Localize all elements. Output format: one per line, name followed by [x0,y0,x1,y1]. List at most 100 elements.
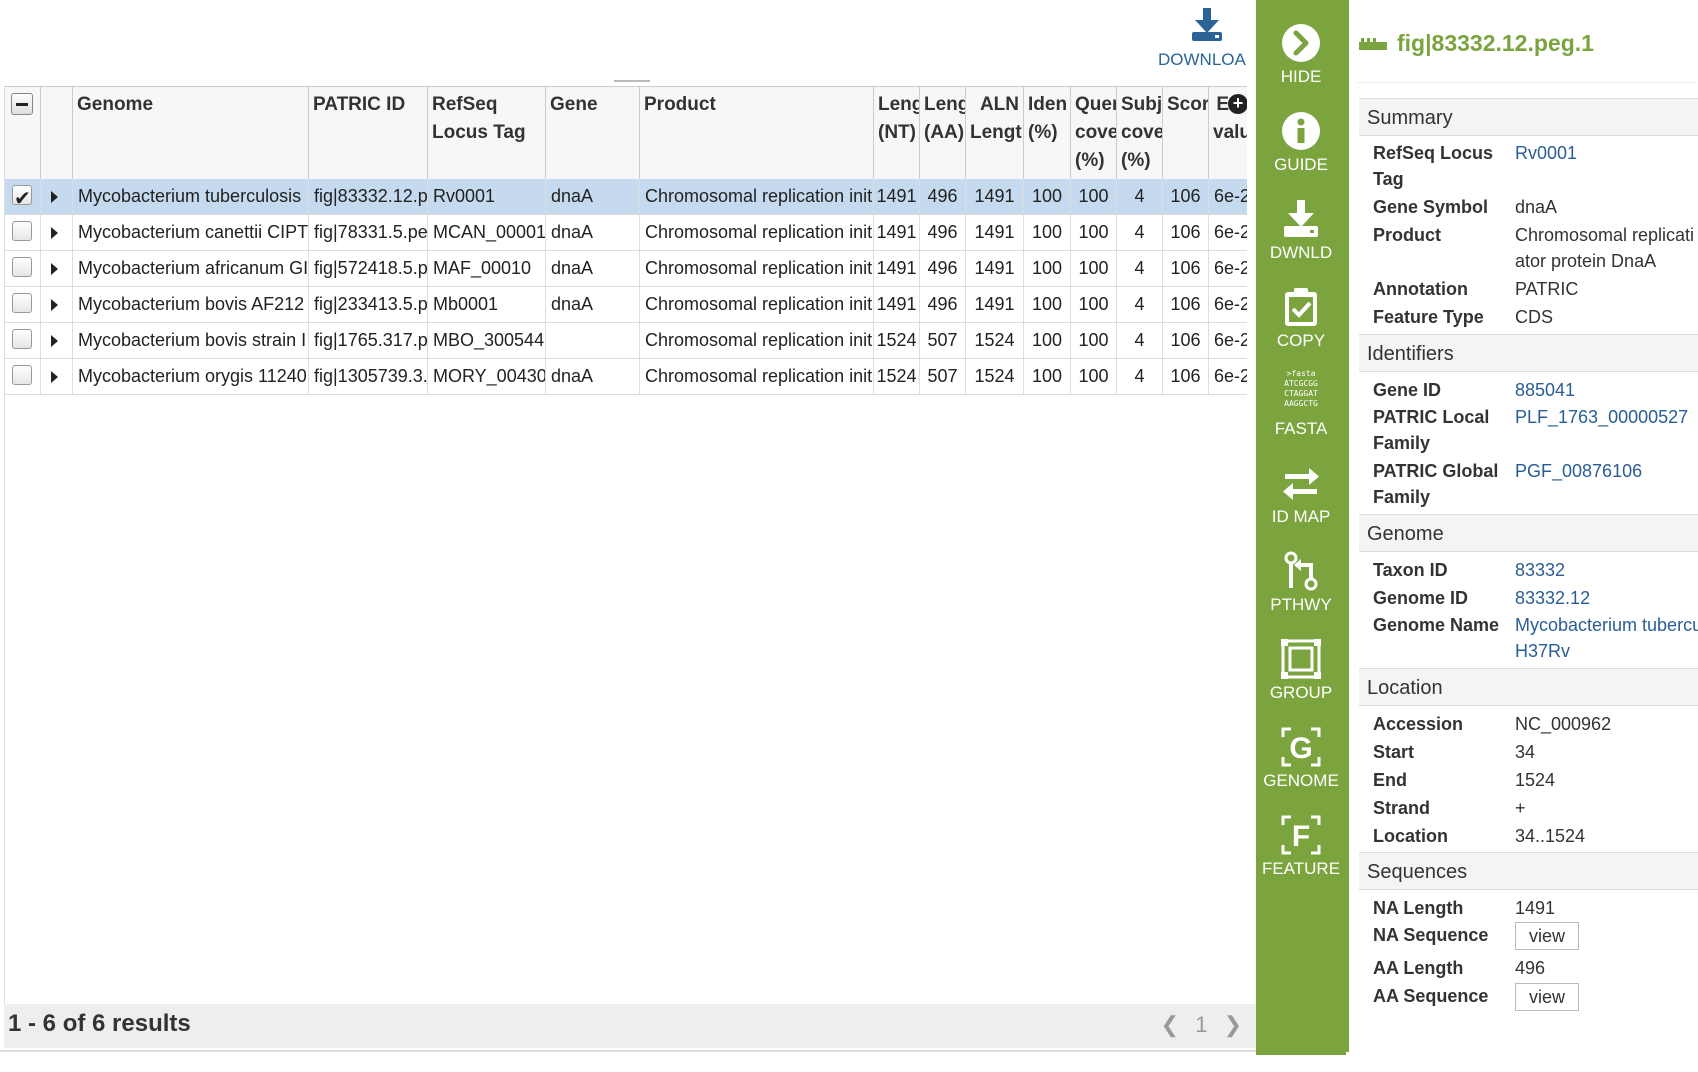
download-label: DOWNLOA [1158,50,1246,69]
row-checkbox[interactable] [12,329,32,349]
col-score[interactable]: Scor [1163,87,1209,179]
group-button[interactable]: GROUP [1256,633,1346,717]
refseq-link[interactable]: Rv0001 [1515,140,1698,166]
plf-link[interactable]: PLF_1763_00000527 [1515,404,1698,430]
genome-name-link-2[interactable]: H37Rv [1515,638,1698,664]
table-row[interactable]: Mycobacterium bovis AF212 fig|233413.5.p M… [5,287,1247,323]
feature-button[interactable]: F FEATURE [1256,809,1346,893]
resize-handle[interactable] [614,80,650,82]
chevron-right-circle-icon [1282,24,1320,62]
download-button[interactable]: DOWNLOA [1150,6,1260,72]
col-subject-coverage[interactable]: Subj cove (%) [1117,87,1163,179]
fasta-icon: >fasta ATCGCGG CTAGGAT AAGGCTG [1284,369,1318,408]
col-product[interactable]: Product [640,87,874,179]
dwnld-button[interactable]: DWNLD [1256,193,1346,277]
row-checkbox[interactable] [12,182,32,214]
expand-row-icon[interactable] [51,227,58,239]
col-scov-label-3: (%) [1121,150,1151,171]
strand-key: Strand [1373,798,1431,818]
col-len-aa-label-2: (AA) [924,122,965,143]
col-query-coverage[interactable]: Quer cove (%) [1071,87,1117,179]
genome-id-link[interactable]: 83332.12 [1515,585,1698,611]
gene-id-link[interactable]: 885041 [1515,377,1698,403]
pgf-link[interactable]: PGF_00876106 [1515,458,1698,484]
col-length-nt[interactable]: Leng (NT) [874,87,920,179]
sequences-section-header: Sequences [1359,852,1698,890]
end-key: End [1373,770,1407,790]
id-map-button[interactable]: ID MAP [1256,457,1346,541]
genome-g-icon: G [1281,727,1321,767]
pgf-key-1: PATRIC Global [1373,461,1499,481]
row-expander-cell [41,179,73,214]
expand-row-icon[interactable] [51,191,58,203]
pathway-icon [1284,551,1318,591]
genome-name-link-1[interactable]: Mycobacterium tubercu [1515,612,1698,638]
svg-text:F: F [1292,820,1310,853]
col-genome[interactable]: Genome [73,87,309,179]
expand-row-icon[interactable] [51,263,58,275]
results-grid: Genome PATRIC ID RefSeq Locus Tag Gene Pr… [4,86,1247,1004]
aa-sequence-view-button[interactable]: view [1515,983,1579,1011]
table-row[interactable]: Mycobacterium tuberculosisfig|83332.12.p… [5,179,1247,215]
page-number[interactable]: 1 [1195,1012,1207,1037]
row-checkbox[interactable] [12,257,32,277]
select-all-checkbox[interactable] [11,93,33,115]
product-row: Product Chromosomal replicati ator prote… [1373,222,1698,274]
copy-button[interactable]: COPY [1256,281,1346,365]
length-nt-cell: 1491 [874,179,920,214]
aln-length-cell: 1491 [966,287,1024,322]
swap-arrows-icon [1283,468,1319,500]
location-value: 34..1524 [1515,826,1586,846]
select-all-header [5,87,41,179]
length-aa-cell: 496 [920,287,966,322]
pathway-button[interactable]: PTHWY [1256,545,1346,629]
col-refseq-locus-tag[interactable]: RefSeq Locus Tag [428,87,546,179]
next-page-icon[interactable]: ❯ [1224,1012,1242,1037]
expand-row-icon[interactable] [51,299,58,311]
guide-label: GUIDE [1274,155,1328,174]
expand-row-icon[interactable] [51,371,58,383]
aln-length-cell: 1491 [966,179,1024,214]
accession-key: Accession [1373,714,1464,734]
row-checkbox[interactable] [12,221,32,241]
product-key: Product [1373,225,1442,245]
refseq-cell: Mb0001 [428,287,546,322]
expand-row-icon[interactable] [51,335,58,347]
gene-id-key: Gene ID [1373,380,1442,400]
refseq-cell: Rv0001 [428,179,546,214]
guide-button[interactable]: GUIDE [1256,105,1346,189]
table-row[interactable]: Mycobacterium africanum GI fig|572418.5.p… [5,251,1247,287]
hide-button[interactable]: HIDE [1256,17,1346,101]
col-identity[interactable]: Iden (%) [1024,87,1071,179]
col-aln-length[interactable]: ALN Lengt [966,87,1024,179]
refseq-key-1: RefSeq Locus [1373,143,1494,163]
identity-cell: 100 [1024,251,1071,286]
col-length-aa[interactable]: Leng (AA) [920,87,966,179]
prev-page-icon[interactable]: ❮ [1161,1012,1179,1037]
table-row[interactable]: Mycobacterium bovis strain Ifig|1765.317… [5,323,1247,359]
table-row[interactable]: Mycobacterium canettii CIPT fig|78331.5.p… [5,215,1247,251]
gene-cell: dnaA [546,287,640,322]
patric-id-cell: fig|233413.5.p [309,287,428,322]
info-icon [1282,112,1320,150]
refseq-locus-tag-row: RefSeq Locus Tag Rv0001 [1373,140,1698,192]
table-row[interactable]: Mycobacterium orygis 11240 fig|1305739.3.… [5,359,1247,395]
subject-coverage-cell: 4 [1117,323,1163,358]
genome-cell: Mycobacterium tuberculosis [73,179,309,214]
row-checkbox[interactable] [12,365,32,385]
genome-cell: Mycobacterium africanum GI [73,251,309,286]
col-gene[interactable]: Gene [546,87,640,179]
add-column-icon[interactable]: + [1228,94,1247,114]
taxon-id-link[interactable]: 83332 [1515,557,1698,583]
grid-header: Genome PATRIC ID RefSeq Locus Tag Gene Pr… [5,86,1247,180]
row-checkbox[interactable] [12,293,32,313]
col-scov-label-1: Subj [1121,94,1163,115]
subject-coverage-cell: 4 [1117,287,1163,322]
fasta-button[interactable]: >fasta ATCGCGG CTAGGAT AAGGCTG FASTA [1256,369,1346,453]
na-sequence-view-button[interactable]: view [1515,922,1579,950]
divider [1357,82,1697,83]
length-nt-cell: 1491 [874,251,920,286]
col-patric-id[interactable]: PATRIC ID [309,87,428,179]
genome-button[interactable]: G GENOME [1256,721,1346,805]
download-icon [1192,8,1222,41]
